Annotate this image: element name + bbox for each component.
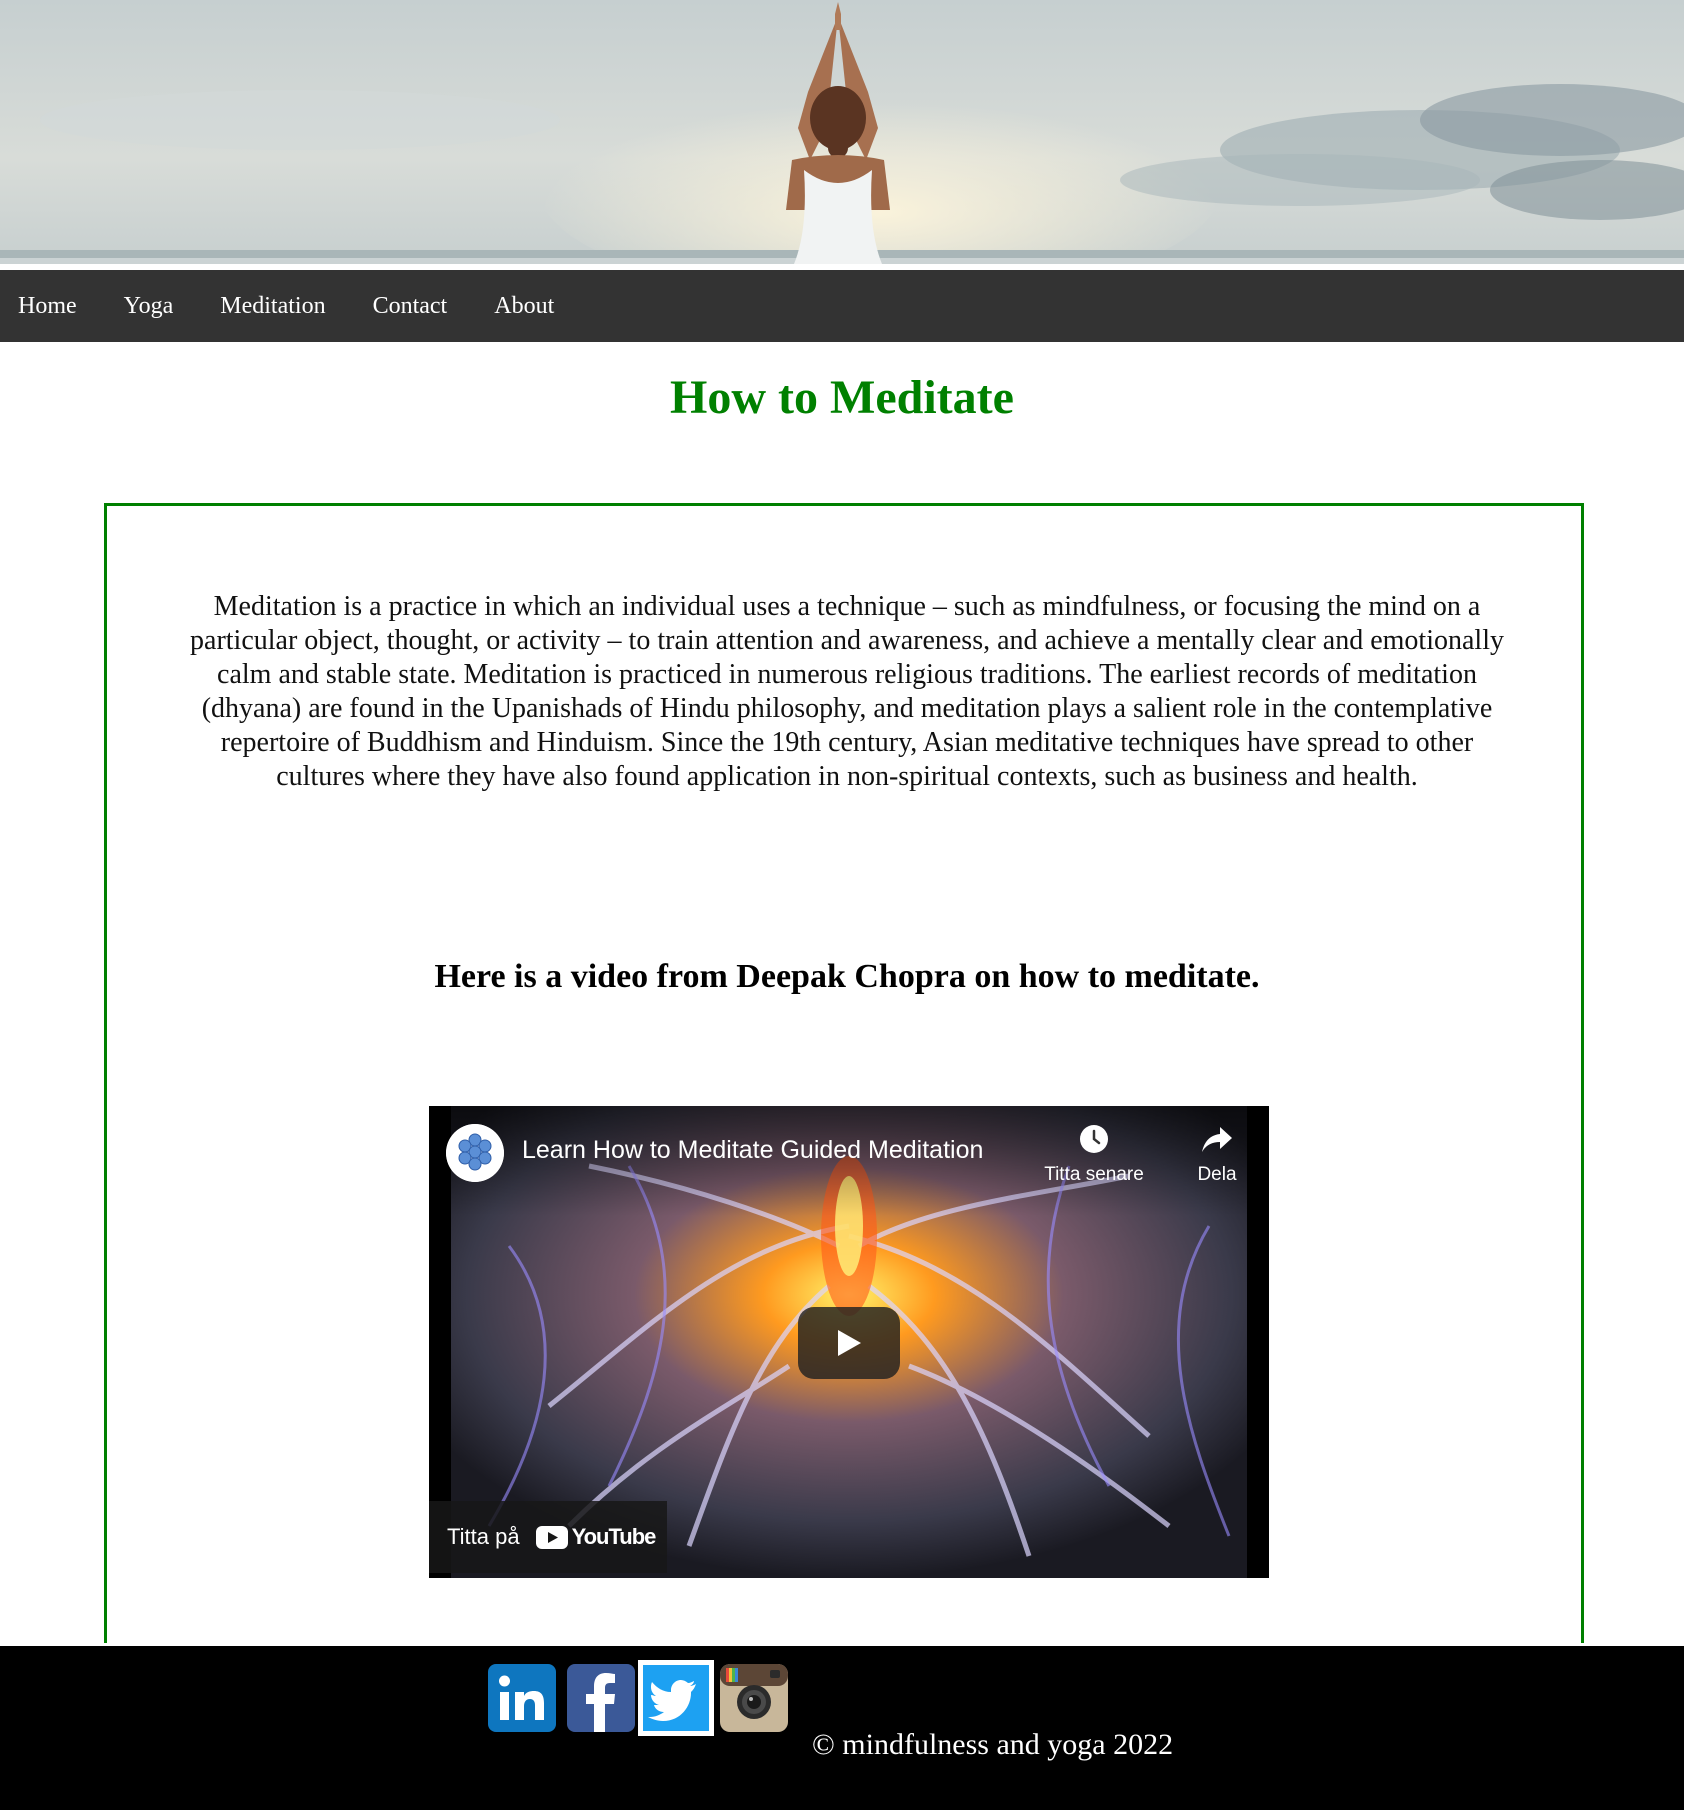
video-heading: Here is a video from Deepak Chopra on ho… (434, 958, 1260, 995)
footer: © mindfulness and yoga 2022 (0, 1646, 1684, 1810)
nav-item-meditation[interactable]: Meditation (202, 270, 349, 342)
channel-avatar[interactable] (446, 1124, 504, 1182)
youtube-wordmark: YouTube (571, 1524, 657, 1549)
nav-item-about[interactable]: About (476, 270, 578, 342)
twitter-icon[interactable] (638, 1660, 714, 1736)
linkedin-icon[interactable] (486, 1662, 558, 1734)
instagram-icon[interactable] (718, 1662, 790, 1734)
video-title[interactable]: Learn How to Meditate Guided Meditation (522, 1136, 1002, 1165)
share-icon (1202, 1127, 1232, 1152)
play-icon (838, 1330, 861, 1356)
intro-paragraph: Meditation is a practice in which an ind… (190, 591, 1504, 792)
facebook-icon[interactable] (565, 1662, 637, 1734)
copyright-text: © mindfulness and yoga 2022 (812, 1728, 1174, 1761)
watch-later-button[interactable]: Titta senare (1019, 1124, 1169, 1186)
video-embed[interactable]: Learn How to Meditate Guided Meditation … (429, 1106, 1269, 1578)
watch-on-youtube-button[interactable]: Titta på YouTube (429, 1501, 667, 1573)
play-button[interactable] (798, 1307, 900, 1379)
nav-item-contact[interactable]: Contact (355, 270, 472, 342)
watch-later-label: Titta senare (1044, 1164, 1144, 1185)
hero-banner (0, 0, 1684, 264)
page-title: How to Meditate (670, 371, 1014, 424)
channel-logo-icon (446, 1124, 504, 1182)
share-button[interactable]: Dela (1177, 1124, 1257, 1186)
nav-item-home[interactable]: Home (0, 270, 101, 342)
youtube-play-icon (535, 1525, 568, 1549)
watch-on-label: Titta på (447, 1524, 520, 1549)
youtube-logo: YouTube (535, 1524, 657, 1550)
hero-yoga-image (0, 0, 1684, 264)
nav-item-yoga[interactable]: Yoga (106, 270, 198, 342)
clock-icon (1080, 1125, 1108, 1153)
content-box: Meditation is a practice in which an ind… (104, 503, 1584, 1643)
share-label: Dela (1197, 1164, 1237, 1185)
main-nav: Home Yoga Meditation Contact About (0, 270, 1684, 342)
